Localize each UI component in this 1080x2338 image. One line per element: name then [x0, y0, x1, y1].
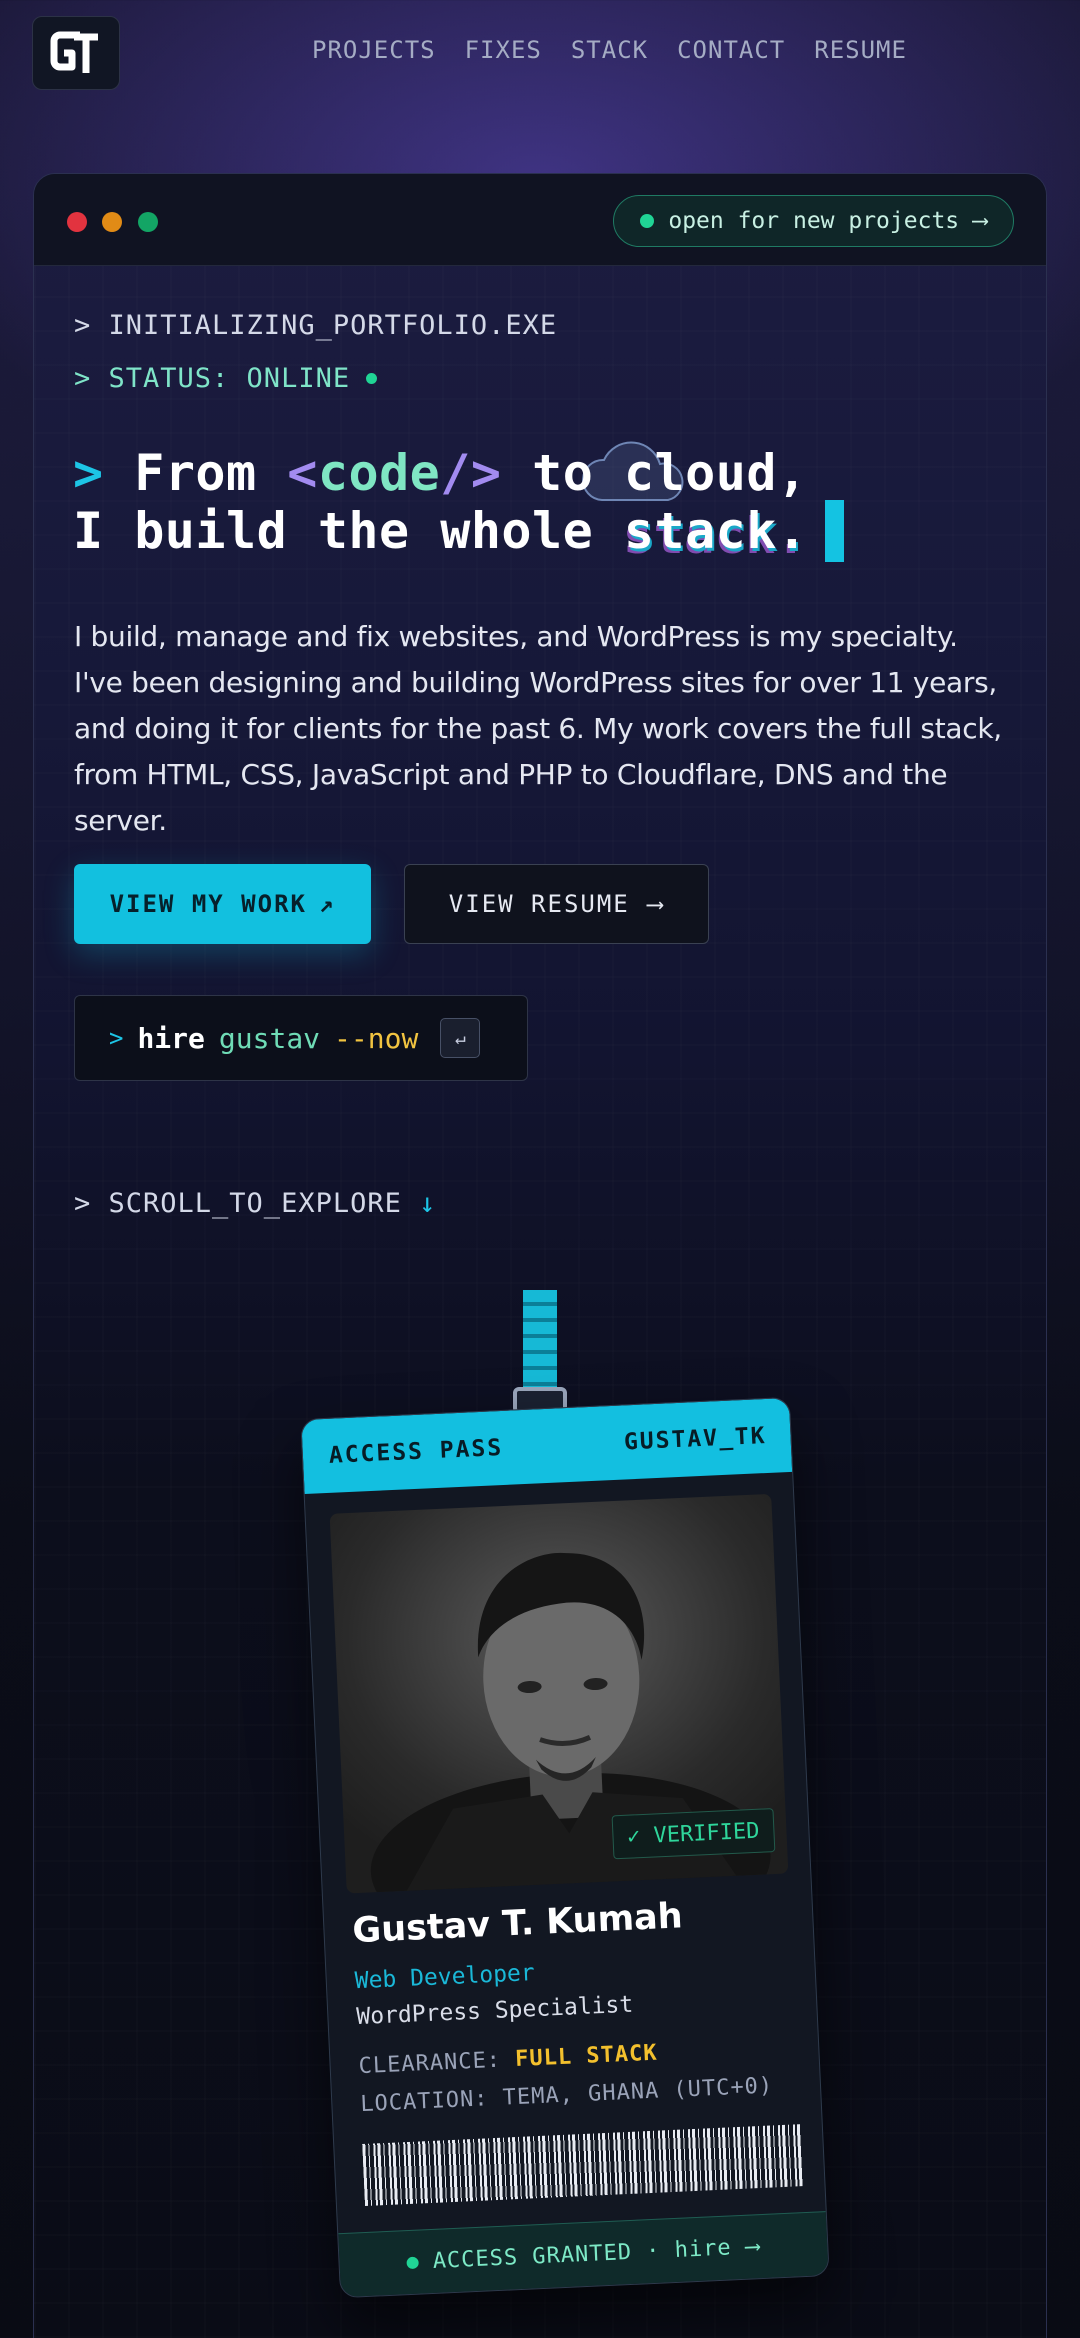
headline-to: to [532, 444, 594, 502]
bio-paragraph: I build, manage and fix websites, and Wo… [74, 620, 1002, 837]
profile-photo: ✓ VERIFIED [329, 1493, 789, 1894]
availability-label: open for new projects [668, 208, 960, 234]
hero-headline: > From <code/> to cloud, I build the who… [73, 444, 845, 566]
badge-name: Gustav T. Kumah [351, 1896, 684, 1952]
arrow-down-icon: ↓ [419, 1188, 437, 1219]
scroll-to-explore[interactable]: > SCROLL_TO_EXPLORE ↓ [74, 1188, 436, 1219]
gt-logo-icon [50, 31, 98, 73]
logo[interactable] [32, 16, 120, 90]
hire-prompt: > [109, 1024, 124, 1052]
nav-fixes[interactable]: FIXES [465, 36, 542, 64]
headline-prompt: > [73, 444, 104, 502]
view-resume-label: VIEW RESUME [448, 890, 630, 918]
headline-stack: stack. [623, 502, 808, 560]
granted-dot-icon [406, 2256, 420, 2269]
badge-specialty: WordPress Specialist [355, 1991, 634, 2031]
status-text: > STATUS: ONLINE [74, 363, 351, 394]
headline-code-close: /> [440, 444, 502, 502]
window-titlebar: open for new projects ⟶ [34, 174, 1046, 266]
enter-key-icon[interactable]: ↵ [440, 1018, 481, 1058]
nav-projects[interactable]: PROJECTS [312, 36, 436, 64]
maximize-dot-icon [138, 212, 158, 232]
close-dot-icon [67, 212, 87, 232]
headline-line-2: I build the whole stack. [73, 499, 845, 566]
hire-arg: gustav [218, 1021, 321, 1055]
verified-badge: ✓ VERIFIED [611, 1808, 776, 1860]
badge-clearance: CLEARANCE: FULL STACK [358, 2041, 658, 2080]
arrow-right-icon: ⟶ [647, 890, 665, 918]
status-online-dot-icon [366, 373, 378, 384]
headline-line2-a: I build the whole [73, 502, 594, 560]
headline-cloud: cloud, [623, 444, 808, 502]
access-badge[interactable]: ACCESS PASS GUSTAV_TK ✓ VERIFIED Gustav … [300, 1396, 830, 2299]
text-cursor [825, 499, 845, 562]
view-my-work-label: VIEW MY WORK [109, 890, 307, 918]
hire-cmd: hire [137, 1021, 205, 1055]
badge-handle: GUSTAV_TK [623, 1422, 768, 1456]
terminal-line-init: > INITIALIZING_PORTFOLIO.EXE [74, 310, 558, 341]
nav-resume[interactable]: RESUME [814, 36, 907, 64]
headline-code-open: < [287, 444, 318, 502]
minimize-dot-icon [102, 212, 122, 232]
terminal-line-status: > STATUS: ONLINE [74, 363, 378, 394]
view-resume-button[interactable]: VIEW RESUME ⟶ [404, 864, 709, 944]
online-dot-icon [640, 214, 655, 228]
clearance-value: FULL STACK [514, 2040, 659, 2073]
clearance-label: CLEARANCE: [358, 2047, 502, 2080]
badge-role: Web Developer [354, 1960, 536, 1995]
badge-title: ACCESS PASS [328, 1434, 504, 1469]
hire-flag: --now [334, 1021, 419, 1055]
arrow-right-icon: ⟶ [973, 208, 987, 234]
headline-from: From [134, 444, 257, 502]
headline-line-1: > From <code/> to cloud, [73, 444, 844, 502]
barcode [362, 2124, 805, 2206]
top-nav: PROJECTS FIXES STACK CONTACT RESUME [312, 36, 907, 64]
headline-code-word: code [317, 444, 441, 502]
hire-command-box[interactable]: > hire gustav --now ↵ [74, 995, 528, 1081]
arrow-up-right-icon: ↗ [318, 890, 336, 918]
access-granted-label: ACCESS GRANTED · hire ⟶ [432, 2234, 761, 2274]
nav-stack[interactable]: STACK [571, 36, 648, 64]
availability-pill[interactable]: open for new projects ⟶ [613, 195, 1014, 247]
badge-location: LOCATION: TEMA, GHANA (UTC+0) [359, 2073, 774, 2118]
view-my-work-button[interactable]: VIEW MY WORK ↗ [74, 864, 371, 944]
lanyard-strap [523, 1290, 557, 1394]
nav-contact[interactable]: CONTACT [677, 36, 785, 64]
scroll-label: > SCROLL_TO_EXPLORE [74, 1188, 402, 1219]
